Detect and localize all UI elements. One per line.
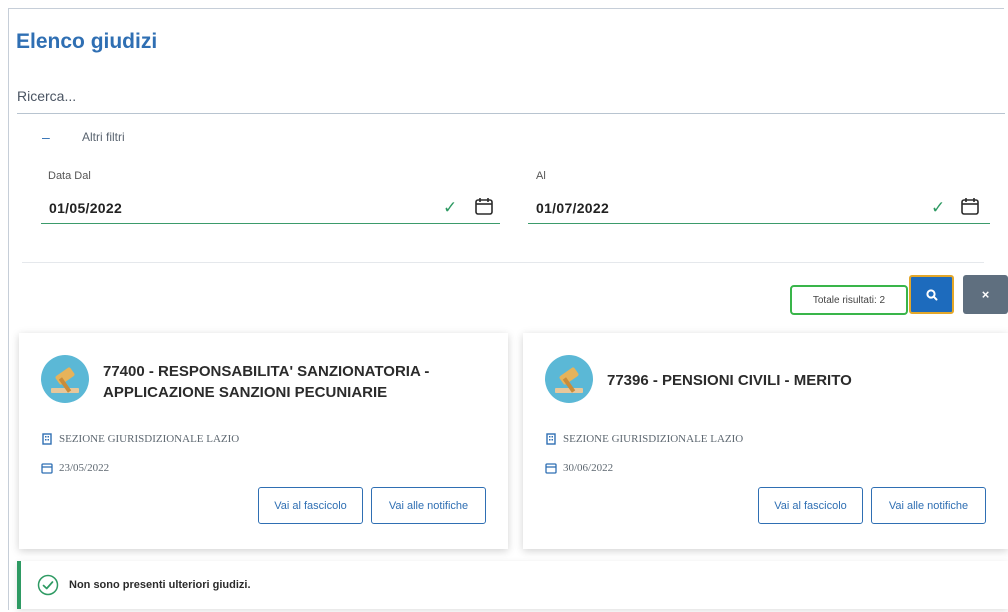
calendar-icon[interactable]	[960, 196, 980, 216]
clear-filters-button[interactable]: ×	[963, 275, 1008, 314]
card-actions: Vai al fascicolo Vai alle notifiche	[758, 487, 986, 524]
section-text: SEZIONE GIURISDIZIONALE LAZIO	[563, 433, 744, 445]
check-icon: ✓	[931, 198, 946, 217]
go-to-file-button[interactable]: Vai al fascicolo	[758, 487, 863, 524]
building-icon	[42, 433, 52, 445]
date-from-value: 01/05/2022	[49, 200, 123, 216]
divider	[22, 262, 984, 263]
go-to-notifications-button[interactable]: Vai alle notifiche	[871, 487, 986, 524]
other-filters-label: Altri filtri	[82, 130, 125, 144]
calendar-icon[interactable]	[474, 196, 494, 216]
search-button[interactable]	[909, 275, 954, 314]
search-bar[interactable]	[17, 84, 1005, 114]
building-icon	[546, 433, 556, 445]
judgment-title-line: 77400 - RESPONSABILITA' SANZIONATORIA -	[103, 363, 430, 380]
card-actions: Vai al fascicolo Vai alle notifiche	[258, 487, 486, 524]
date-from-field[interactable]: 01/05/2022 ✓	[41, 194, 500, 224]
date-text: 23/05/2022	[59, 462, 110, 474]
page-title: Elenco giudizi	[16, 30, 158, 53]
alert-message: Non sono presenti ulteriori giudizi.	[69, 579, 251, 591]
date-from-label: Data Dal	[48, 170, 91, 182]
judgment-title: 77400 - RESPONSABILITA' SANZIONATORIA - …	[103, 361, 429, 403]
close-icon: ×	[981, 287, 990, 302]
judgment-card: 77396 - PENSIONI CIVILI - MERITO SEZIONE…	[523, 333, 1008, 549]
section-info: SEZIONE GIURISDIZIONALE LAZIO	[41, 433, 239, 445]
no-more-results-alert: Non sono presenti ulteriori giudizi.	[17, 561, 1008, 609]
judgment-card: 77400 - RESPONSABILITA' SANZIONATORIA - …	[19, 333, 508, 549]
date-info: 30/06/2022	[545, 462, 613, 474]
date-text: 30/06/2022	[563, 462, 614, 474]
section-info: SEZIONE GIURISDIZIONALE LAZIO	[545, 433, 743, 445]
judgment-title-line: APPLICAZIONE SANZIONI PECUNIARIE	[103, 384, 388, 401]
gavel-avatar-icon	[41, 355, 89, 403]
go-to-notifications-button[interactable]: Vai alle notifiche	[371, 487, 486, 524]
date-to-field[interactable]: 01/07/2022 ✓	[528, 194, 990, 224]
collapse-icon: –	[42, 129, 50, 145]
date-to-label: Al	[536, 170, 546, 182]
check-icon: ✓	[443, 198, 458, 217]
check-circle-icon	[37, 574, 59, 596]
date-info: 23/05/2022	[41, 462, 109, 474]
total-results-badge: Totale risultati: 2	[790, 285, 908, 315]
judgment-title-line: 77396 - PENSIONI CIVILI - MERITO	[607, 372, 852, 389]
other-filters-toggle[interactable]: – Altri filtri	[42, 129, 125, 145]
go-to-file-button[interactable]: Vai al fascicolo	[258, 487, 363, 524]
judgment-title: 77396 - PENSIONI CIVILI - MERITO	[607, 370, 852, 391]
calendar-icon	[545, 463, 557, 474]
section-text: SEZIONE GIURISDIZIONALE LAZIO	[59, 433, 240, 445]
search-input[interactable]	[17, 84, 1005, 104]
gavel-avatar-icon	[545, 355, 593, 403]
date-to-value: 01/07/2022	[536, 200, 610, 216]
search-icon	[925, 288, 937, 300]
calendar-icon	[41, 463, 53, 474]
